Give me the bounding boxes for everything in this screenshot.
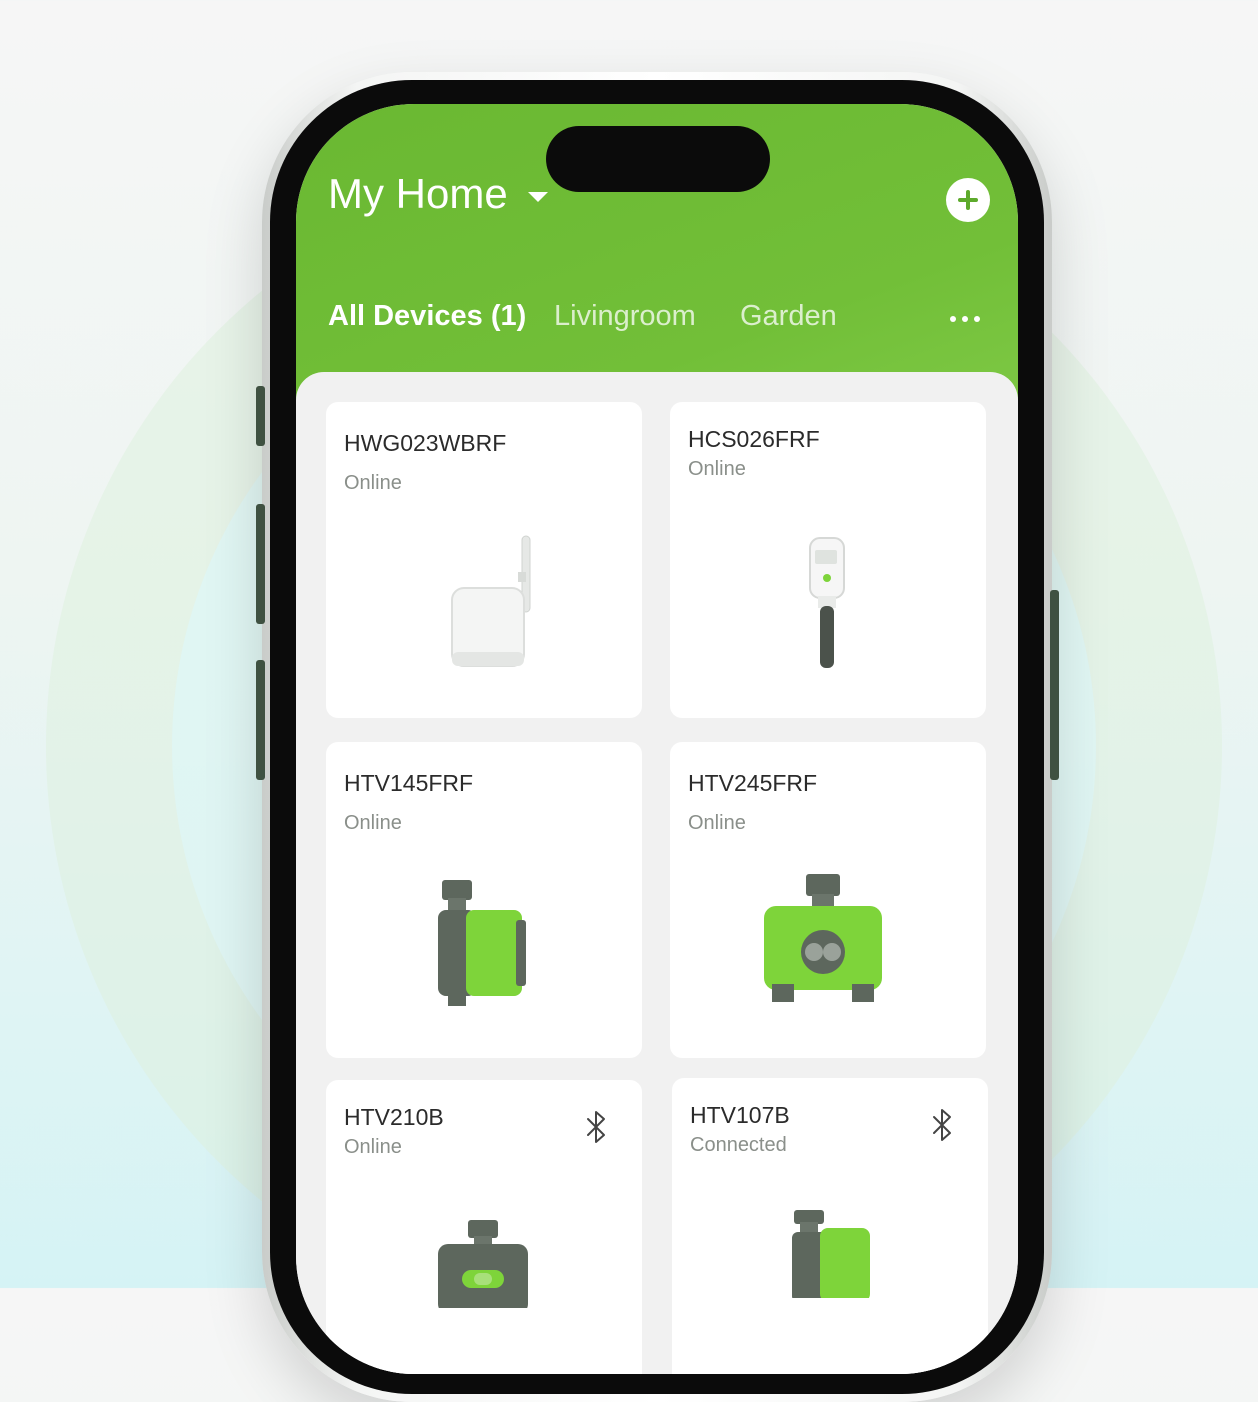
dual-outlet-timer-image (764, 874, 882, 1002)
gateway-hub-image (451, 535, 531, 667)
device-status: Online (688, 458, 746, 480)
bluetooth-timer-image (438, 1220, 528, 1308)
plus-circle-icon[interactable] (946, 178, 990, 222)
soil-sensor-image (809, 537, 845, 668)
device-name: HTV107B (690, 1102, 790, 1128)
bluetooth-icon (933, 1109, 951, 1141)
tab-garden[interactable]: Garden (740, 300, 837, 333)
phone-mute-switch (256, 386, 265, 446)
home-title[interactable]: My Home (328, 170, 508, 218)
device-card-hwg023wbrf[interactable]: HWG023WBRF Online (326, 402, 642, 718)
device-card-htv210b[interactable]: HTV210B Online (326, 1080, 642, 1374)
device-status: Connected (690, 1134, 787, 1156)
device-card-hcs026frf[interactable]: HCS026FRF Online (670, 402, 986, 718)
device-name: HTV145FRF (344, 770, 474, 796)
tab-livingroom[interactable]: Livingroom (554, 300, 696, 333)
device-card-htv245frf[interactable]: HTV245FRF Online (670, 742, 986, 1058)
device-status: Online (344, 472, 402, 494)
device-card-htv145frf[interactable]: HTV145FRF Online (326, 742, 642, 1058)
device-status: Online (688, 812, 746, 834)
device-status: Online (344, 1136, 402, 1158)
device-name: HWG023WBRF (344, 430, 507, 456)
bluetooth-icon (587, 1111, 605, 1143)
tab-all-devices[interactable]: All Devices (1) (328, 300, 526, 333)
caret-down-icon[interactable] (528, 192, 548, 202)
dynamic-island (546, 126, 770, 192)
device-name: HCS026FRF (688, 426, 820, 452)
device-status: Online (344, 812, 402, 834)
device-card-htv107b[interactable]: HTV107B Connected (672, 1078, 988, 1374)
more-horizontal-icon[interactable] (950, 314, 984, 324)
phone-volume-down-button (256, 660, 265, 780)
single-outlet-timer-image (438, 880, 526, 1006)
device-name: HTV245FRF (688, 770, 818, 796)
phone-power-button (1050, 590, 1059, 780)
bluetooth-timer-image (792, 1210, 870, 1298)
device-name: HTV210B (344, 1104, 444, 1130)
phone-screen: My Home All Devices (1) Livingroom Garde… (296, 104, 1018, 1374)
phone-volume-up-button (256, 504, 265, 624)
device-grid: HWG023WBRF Online HCS026FRF Online HTV14… (296, 372, 1018, 1374)
app-header: My Home All Devices (1) Livingroom Garde… (296, 104, 1018, 404)
